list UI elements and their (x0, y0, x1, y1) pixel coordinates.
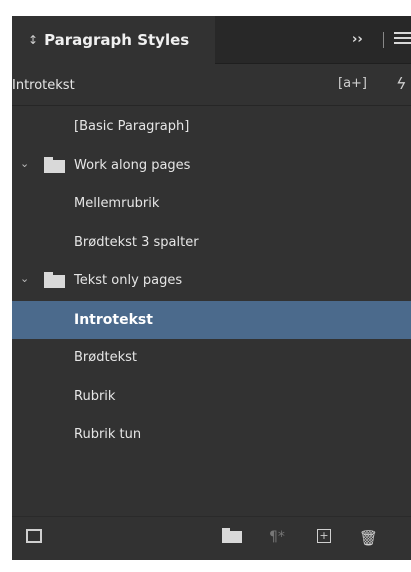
style-group-row[interactable]: ⌄ Work along pages (12, 147, 411, 186)
style-label: Work along pages (74, 157, 191, 173)
style-row[interactable]: Rubrik (12, 378, 411, 417)
tab-title: Paragraph Styles (44, 31, 190, 49)
style-label: Introtekst (74, 311, 153, 328)
style-label: [Basic Paragraph] (74, 119, 190, 134)
new-style-from-selection-icon[interactable]: [a+] (338, 76, 367, 91)
style-row[interactable]: [Basic Paragraph] (12, 108, 411, 147)
folder-icon (44, 156, 65, 173)
panel-tabbar: ↕ Paragraph Styles ›› (12, 16, 411, 64)
current-style-row: Introtekst [a+] ϟ (12, 66, 411, 106)
style-row[interactable]: Brødtekst (12, 339, 411, 378)
panel-menu-icon[interactable] (394, 32, 411, 46)
chevron-down-icon[interactable]: ⌄ (20, 272, 29, 285)
style-row[interactable]: Mellemrubrik (12, 185, 411, 224)
delete-style-icon[interactable]: 🗑 (359, 529, 378, 547)
folder-icon (44, 272, 65, 288)
load-styles-icon[interactable] (26, 529, 42, 543)
style-label: Brødtekst (74, 350, 137, 365)
clear-overrides-icon[interactable]: ¶* (269, 529, 285, 545)
new-style-group-icon[interactable] (222, 528, 242, 543)
style-group-row[interactable]: ⌄ Tekst only pages (12, 262, 411, 301)
tab-paragraph-styles[interactable]: ↕ Paragraph Styles (12, 16, 215, 64)
style-label: Rubrik tun (74, 427, 142, 442)
style-label: Rubrik (74, 388, 116, 404)
style-row[interactable]: Introtekst (12, 300, 411, 339)
collapse-panel-icon[interactable]: ›› (352, 32, 363, 47)
style-label: Tekst only pages (74, 273, 183, 288)
style-row[interactable]: Brødtekst 3 spalter (12, 224, 411, 263)
paragraph-styles-panel: ↕ Paragraph Styles ›› Introtekst [a+] ϟ … (12, 16, 411, 560)
current-style-name: Introtekst (12, 78, 75, 93)
style-row[interactable]: Rubrik tun (12, 416, 411, 455)
tab-reorder-icon: ↕ (28, 33, 39, 47)
style-label: Mellemrubrik (74, 196, 160, 211)
quick-apply-icon[interactable]: ϟ (396, 74, 407, 93)
panel-bottom-toolbar: ¶* + 🗑 (12, 516, 411, 560)
style-label: Brødtekst 3 spalter (74, 234, 199, 250)
styles-list: [Basic Paragraph] ⌄ Work along pages Mellem… (12, 108, 411, 455)
create-new-style-icon[interactable]: + (317, 529, 331, 543)
tabbar-divider (383, 32, 384, 48)
chevron-down-icon[interactable]: ⌄ (20, 157, 29, 170)
